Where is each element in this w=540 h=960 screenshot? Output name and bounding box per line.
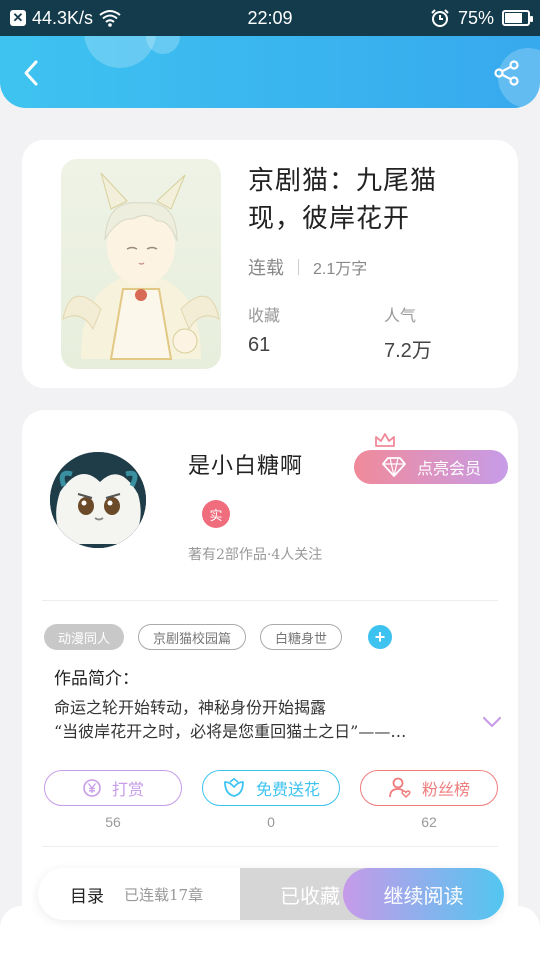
popularity-stat: 人气 7.2万 [384,302,432,363]
decor-bubble [146,36,180,54]
free-flower-label: 免费送花 [255,780,320,799]
reward-count: 56 [105,814,121,830]
favorites-stat: 收藏 61 [248,302,280,357]
bottom-action-bar: 目录 已连载17章 已收藏 继续阅读 [38,868,504,920]
top-bar [0,36,540,108]
crown-icon [375,433,395,447]
yen-coin-icon [83,779,101,797]
flower-icon [224,778,244,797]
tag-chip[interactable]: 京剧猫校园篇 [138,624,247,650]
popularity-value: 7.2万 [384,340,432,362]
battery-percent: 75% [457,7,494,28]
wifi-icon [99,10,121,27]
chapter-count: 已连载17章 [124,885,204,904]
add-tag-button[interactable]: + [368,625,393,649]
vip-button[interactable]: 点亮会员 [354,450,508,484]
chevron-left-icon [24,60,38,86]
intro-title: 作品简介： [54,669,139,689]
author-subtitle: 著有2部作品·4人关注 [188,547,323,563]
word-count: 2.1万字 [313,261,368,278]
network-speed: 44.3K/s [32,7,94,28]
intro-line: 命运之轮开始转动，神秘身份开始揭露 [54,698,327,717]
book-cover[interactable] [61,159,221,369]
author-name[interactable]: 是小白糖啊 [188,448,303,480]
back-button[interactable] [16,58,46,88]
flower-count: 0 [267,814,275,830]
book-title-line: 京剧猫：九尾猫 [248,166,438,196]
tag-list: 动漫同人 京剧猫校园篇 白糖身世 + [44,624,393,650]
intro-text: 命运之轮开始转动，神秘身份开始揭露 “当彼岸花开之时，必将是您重回猫土之日”——… [54,696,464,744]
fan-ranking-button[interactable]: 粉丝榜 [360,770,498,806]
decor-bubble [84,36,156,68]
tag-chip[interactable]: 白糖身世 [260,624,343,650]
share-button[interactable] [490,56,524,90]
book-meta: 连载 2.1万字 [248,254,367,280]
fan-count: 62 [421,814,437,830]
vip-button-label: 点亮会员 [416,459,481,478]
chevron-down-icon[interactable] [482,716,502,728]
free-flower-button[interactable]: 免费送花 [202,770,340,806]
divider [42,600,498,601]
tag-chip[interactable]: 动漫同人 [44,624,125,650]
meta-divider [298,259,299,275]
avatar-illustration [50,452,146,548]
favorites-value: 61 [248,334,271,356]
divider [42,846,498,847]
table-of-contents-button[interactable]: 目录 已连载17章 [70,868,203,920]
notification-close-icon: ✕ [10,10,26,26]
popularity-label: 人气 [384,306,417,325]
avatar[interactable] [50,452,146,548]
verified-badge: 实 [202,500,230,528]
book-title: 京剧猫：九尾猫 现，彼岸花开 [248,162,488,238]
battery-icon [502,10,533,26]
toc-label: 目录 [70,886,104,907]
continue-reading-button[interactable]: 继续阅读 [343,868,504,920]
serial-status: 连载 [248,258,284,279]
reward-label: 打赏 [111,780,144,799]
diamond-icon [382,457,406,477]
alarm-icon [431,9,449,27]
fan-ranking-label: 粉丝榜 [421,780,470,799]
book-title-line: 现，彼岸花开 [248,204,411,234]
book-info-card: 京剧猫：九尾猫 现，彼岸花开 连载 2.1万字 收藏 61 人气 7.2万 [22,140,518,388]
user-heart-icon [389,777,411,799]
share-icon [494,60,519,86]
intro-line: “当彼岸花开之时，必将是您重回猫土之日”——… [54,722,407,741]
status-bar: ✕ 44.3K/s 22:09 75% [0,0,540,36]
reward-button[interactable]: 打赏 [44,770,182,806]
favorites-label: 收藏 [248,306,281,325]
author-card: 是小白糖啊 点亮会员 实 著有2部作品·4人关注 动漫同人 京剧猫校园篇 白糖身… [22,410,518,930]
cover-illustration [61,159,221,369]
